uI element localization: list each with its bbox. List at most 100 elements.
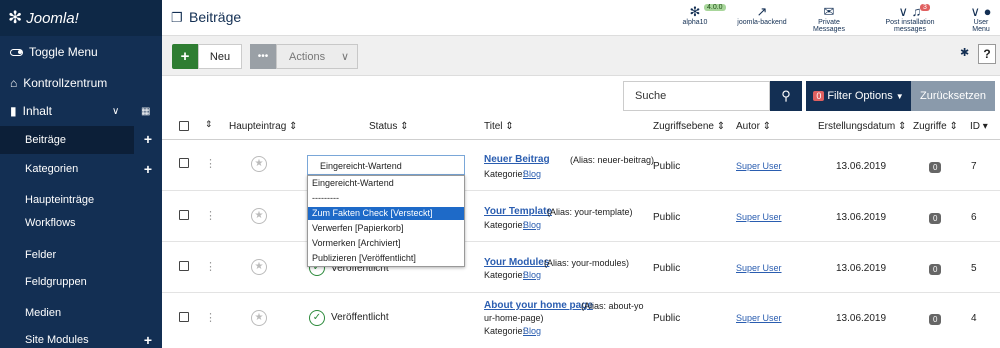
private-messages-link[interactable]: ✉ Private Messages (802, 4, 856, 33)
status-dropdown-list: Eingereicht-Wartend --------- Zum Fakten… (307, 175, 465, 267)
user-icon: ∨ ● (970, 4, 992, 19)
article-alias: (Alias: about-yo (581, 301, 644, 311)
toggle-menu-button[interactable]: Toggle Menu (0, 42, 162, 62)
category-label: Kategorie: (484, 270, 526, 280)
status-option[interactable]: Vormerken [Archiviert] (308, 237, 464, 250)
sidebar-item-site-modules[interactable]: Site Modules + (0, 331, 162, 348)
hits-badge: 0 (929, 213, 942, 224)
header-hits[interactable]: Zugriffe ⇕ (913, 121, 958, 132)
actions-dropdown[interactable]: Actions ∨ (276, 44, 358, 69)
row-checkbox[interactable] (179, 312, 189, 322)
hits-badge: 0 (929, 264, 942, 275)
author-link[interactable]: Super User (736, 212, 782, 222)
sidebar-item-media[interactable]: Medien (0, 304, 162, 322)
header-title[interactable]: Titel ⇕ (484, 121, 514, 132)
header-access[interactable]: Zugriffsebene ⇕ (653, 121, 725, 132)
article-title-link[interactable]: Your Modules (484, 257, 549, 268)
joomla-logo[interactable]: ✻ Joomla! (0, 0, 162, 36)
article-id: 7 (971, 161, 977, 172)
drag-handle-icon[interactable]: ⋮ (205, 311, 216, 324)
search-button[interactable]: ⚲ (770, 81, 802, 111)
caret-down-icon: ▼ (895, 91, 904, 101)
article-id: 5 (971, 263, 977, 274)
category-link[interactable]: Blog (523, 169, 541, 179)
featured-star-icon[interactable]: ★ (251, 208, 267, 224)
header-created[interactable]: Erstellungsdatum ⇕ (818, 121, 906, 132)
row-checkbox[interactable] (179, 210, 189, 220)
category-link[interactable]: Blog (523, 220, 541, 230)
author-link[interactable]: Super User (736, 263, 782, 273)
bell-icon: ∨ ♫ (898, 4, 922, 19)
article-alias: (Alias: your-template) (547, 207, 633, 217)
created-date: 13.06.2019 (836, 161, 887, 172)
new-button[interactable]: Neu (198, 44, 242, 69)
add-article-icon[interactable]: + (144, 131, 152, 147)
add-module-icon[interactable]: + (144, 332, 152, 348)
drag-handle-icon[interactable]: ⋮ (205, 157, 216, 170)
row-divider (162, 292, 1000, 293)
reset-button[interactable]: Zurücksetzen (911, 81, 995, 111)
status-select-value: Eingereicht-Wartend (320, 161, 402, 171)
sidebar-item-workflows[interactable]: Workflows (0, 214, 162, 232)
status-option-highlighted[interactable]: Zum Fakten Check [Versteckt] (308, 207, 464, 220)
sidebar-item-fields[interactable]: Felder (0, 246, 162, 264)
author-link[interactable]: Super User (736, 313, 782, 323)
filter-options-button[interactable]: 0 Filter Options ▼ (806, 81, 911, 111)
row-checkbox[interactable] (179, 158, 189, 168)
new-icon[interactable]: + (172, 44, 198, 69)
status-option[interactable]: Publizieren [Veröffentlicht] (308, 252, 464, 265)
row-checkbox[interactable] (179, 261, 189, 271)
file-icon: ▮ (10, 104, 17, 118)
search-icon: ⚲ (781, 88, 791, 103)
sidebar-item-categories[interactable]: Kategorien + (0, 160, 162, 178)
drag-handle-icon[interactable]: ⋮ (205, 209, 216, 222)
header-status[interactable]: Status ⇕ (369, 121, 409, 132)
article-alias-continued: ur-home-page) (484, 313, 544, 323)
header-author[interactable]: Autor ⇕ (736, 121, 771, 132)
joomla-logo-icon: ✻ (8, 8, 23, 27)
author-link[interactable]: Super User (736, 161, 782, 171)
drag-handle-icon[interactable]: ⋮ (205, 260, 216, 273)
status-option[interactable]: Eingereicht-Wartend (308, 177, 464, 190)
featured-star-icon[interactable]: ★ (251, 156, 267, 172)
articles-icon: ❐ (171, 10, 183, 25)
status-label: Veröffentlicht (331, 312, 389, 323)
row-divider (162, 190, 1000, 191)
sidebar-item-field-groups[interactable]: Feldgruppen (0, 273, 162, 291)
category-label: Kategorie: (484, 220, 526, 230)
created-date: 13.06.2019 (836, 212, 887, 223)
access-level: Public (653, 263, 681, 274)
ordering-sort-icon[interactable]: ⇕ (205, 119, 213, 130)
featured-star-icon[interactable]: ★ (251, 310, 267, 326)
sidebar-item-dashboard[interactable]: ⌂ Kontrollzentrum (0, 73, 162, 93)
site-link[interactable]: ↗ joomla-backend (734, 4, 790, 26)
toggle-icon (10, 48, 23, 56)
access-level: Public (653, 313, 681, 324)
header-featured[interactable]: Haupteintrag ⇕ (229, 121, 297, 132)
add-category-icon[interactable]: + (144, 161, 152, 177)
sidebar-item-content[interactable]: ▮ Inhalt ∨ ▦ (0, 101, 162, 121)
article-title-link[interactable]: About your home page (484, 300, 593, 311)
gear-icon[interactable]: ✱ (960, 46, 969, 59)
select-all-checkbox[interactable] (179, 121, 189, 131)
status-option[interactable]: Verwerfen [Papierkorb] (308, 222, 464, 235)
header: ❐ Beiträge ✻ alpha10 4.0.0 ↗ joomla-back… (162, 0, 1000, 36)
article-title-link[interactable]: Your Template (484, 206, 552, 217)
published-check-icon[interactable]: ✓ (309, 310, 325, 326)
chevron-down-icon: ∨ (340, 51, 349, 63)
help-button[interactable]: ? (978, 44, 996, 64)
access-level: Public (653, 161, 681, 172)
dashboard-grid-icon[interactable]: ▦ (141, 106, 150, 117)
sidebar-item-featured[interactable]: Haupteinträge (0, 191, 162, 209)
sidebar-item-articles[interactable]: Beiträge (0, 126, 134, 154)
article-id: 6 (971, 212, 977, 223)
article-title-link[interactable]: Neuer Beitrag (484, 154, 550, 165)
user-menu[interactable]: ∨ ● User Menu (964, 4, 998, 33)
header-id[interactable]: ID ▾ (970, 121, 988, 132)
search-input[interactable]: Suche (623, 81, 770, 111)
post-installation-link[interactable]: ∨ ♫ Post installation messages (872, 4, 948, 33)
chevron-down-icon[interactable]: ∨ (112, 106, 119, 117)
category-link[interactable]: Blog (523, 326, 541, 336)
category-link[interactable]: Blog (523, 270, 541, 280)
featured-star-icon[interactable]: ★ (251, 259, 267, 275)
